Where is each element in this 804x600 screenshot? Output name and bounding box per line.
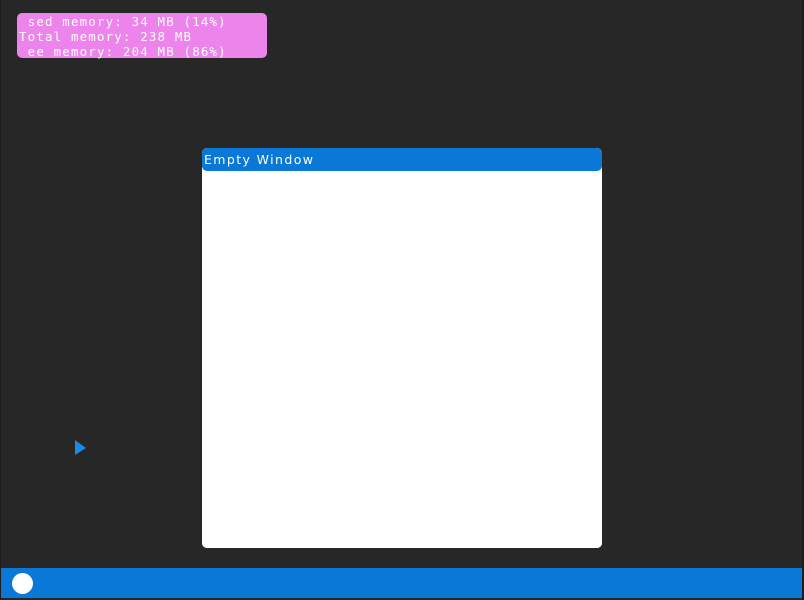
taskbar <box>1 568 802 598</box>
used-memory-text: sed memory: 34 MB (14%) <box>19 14 227 29</box>
desktop: sed memory: 34 MB (14%) Total memory: 23… <box>0 0 804 600</box>
memory-usage-widget: sed memory: 34 MB (14%) Total memory: 23… <box>17 13 267 59</box>
empty-window[interactable]: Empty Window <box>202 148 602 548</box>
arrow-cursor-icon <box>75 440 86 455</box>
total-memory-text: Total memory: 238 MB <box>19 29 193 44</box>
window-content-area[interactable] <box>202 171 602 548</box>
window-titlebar[interactable]: Empty Window <box>202 148 602 171</box>
start-button[interactable] <box>12 573 33 594</box>
free-memory-text: ee memory: 204 MB (86%) <box>19 44 227 59</box>
window-title: Empty Window <box>204 152 315 167</box>
